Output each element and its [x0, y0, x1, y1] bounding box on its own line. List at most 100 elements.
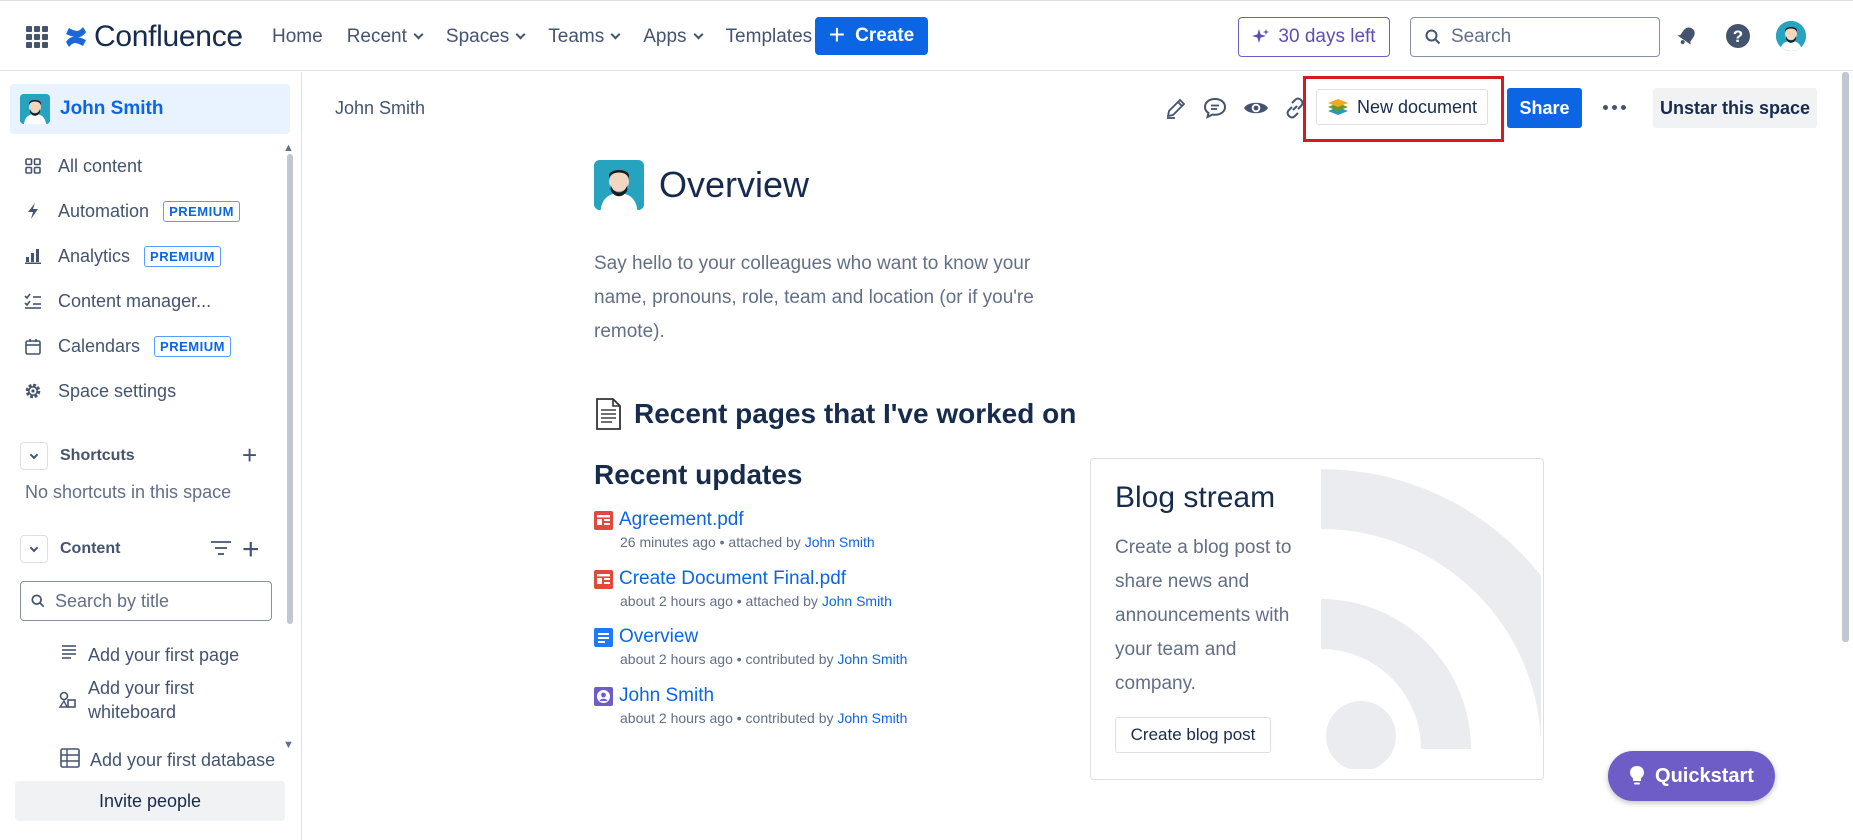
- create-blog-post-button[interactable]: Create blog post: [1115, 717, 1271, 753]
- global-search[interactable]: [1410, 17, 1660, 57]
- sidebar-item-space-settings[interactable]: Space settings: [22, 373, 176, 409]
- update-author-link[interactable]: John Smith: [837, 651, 907, 667]
- premium-badge: PREMIUM: [163, 200, 240, 222]
- notifications-icon[interactable]: [1672, 21, 1702, 51]
- trial-label: 30 days left: [1278, 26, 1376, 47]
- blog-stream-text: Create a blog post to share news and ann…: [1115, 537, 1292, 694]
- update-author-link[interactable]: John Smith: [805, 534, 875, 550]
- confluence-logo[interactable]: Confluence: [64, 20, 243, 54]
- update-title-link[interactable]: Create Document Final.pdf: [619, 568, 846, 590]
- comment-icon[interactable]: [1200, 93, 1230, 123]
- nav-home[interactable]: Home: [260, 26, 335, 48]
- update-meta-text: 26 minutes ago • attached by: [620, 534, 801, 550]
- content-search[interactable]: [20, 581, 272, 621]
- nav-home-label: Home: [272, 25, 323, 47]
- sidebar-item-content-manager[interactable]: Content manager...: [22, 283, 211, 319]
- tree-item-add-whiteboard[interactable]: Add your first whiteboard: [58, 676, 238, 724]
- plus-icon: +: [828, 18, 846, 50]
- page-icon: [60, 643, 78, 667]
- chevron-down-icon: [413, 29, 424, 40]
- update-meta: about 2 hours ago • contributed by John …: [620, 710, 907, 726]
- tree-item-add-page[interactable]: Add your first page: [60, 643, 239, 667]
- update-author-link[interactable]: John Smith: [837, 710, 907, 726]
- space-name: John Smith: [60, 98, 164, 119]
- profile-icon: [594, 686, 613, 706]
- create-button[interactable]: + Create: [815, 17, 928, 55]
- nav-apps-label: Apps: [643, 25, 687, 47]
- content-section-header: Content: [20, 534, 270, 564]
- svg-text:?: ?: [1733, 27, 1743, 46]
- nav-apps[interactable]: Apps: [631, 26, 713, 48]
- unstar-space-button[interactable]: Unstar this space: [1653, 88, 1817, 128]
- update-author-link[interactable]: John Smith: [822, 593, 892, 609]
- search-icon: [31, 594, 45, 608]
- sidebar-item-all-content[interactable]: All content: [22, 148, 142, 184]
- search-icon: [1425, 29, 1441, 45]
- recent-pages-heading: Recent pages that I've worked on: [594, 398, 1076, 430]
- page-scrollbar[interactable]: [1842, 72, 1849, 642]
- sidebar-scrollbar[interactable]: [287, 154, 293, 624]
- sidebar-item-label: Content manager...: [58, 290, 212, 311]
- gear-icon: [22, 380, 44, 402]
- update-meta-text: about 2 hours ago • contributed by: [620, 651, 834, 667]
- breadcrumb[interactable]: John Smith: [335, 98, 425, 119]
- premium-badge: PREMIUM: [154, 335, 231, 357]
- watch-icon[interactable]: [1241, 93, 1271, 123]
- sidebar-item-calendars[interactable]: Calendars PREMIUM: [22, 328, 231, 364]
- update-title-link[interactable]: Agreement.pdf: [619, 509, 744, 531]
- tree-item-add-database[interactable]: Add your first database: [60, 748, 275, 774]
- add-shortcut-icon[interactable]: +: [242, 442, 257, 468]
- add-content-icon[interactable]: +: [242, 535, 260, 565]
- space-header[interactable]: John Smith: [10, 84, 290, 134]
- quickstart-button[interactable]: Quickstart: [1608, 751, 1775, 801]
- content-collapse-button[interactable]: [20, 535, 48, 563]
- new-document-button[interactable]: New document: [1316, 89, 1488, 125]
- nav-templates[interactable]: Templates: [714, 26, 825, 48]
- edit-icon[interactable]: [1161, 93, 1191, 123]
- search-by-title-input[interactable]: [55, 590, 255, 612]
- blog-stream-title: Blog stream: [1115, 481, 1276, 514]
- rss-icon: [1321, 469, 1541, 769]
- update-title-link[interactable]: John Smith: [619, 685, 714, 707]
- nav-teams[interactable]: Teams: [536, 26, 631, 48]
- document-icon: [596, 398, 621, 430]
- profile-avatar[interactable]: [1776, 21, 1806, 51]
- tree-item-label: Add your first whiteboard: [88, 678, 195, 722]
- nav-templates-label: Templates: [725, 25, 813, 47]
- whiteboard-icon: [58, 690, 78, 716]
- pdf-icon: [594, 510, 613, 530]
- app-switcher-icon[interactable]: [26, 26, 48, 48]
- page-intro-text: Say hello to your colleagues who want to…: [594, 253, 1034, 342]
- update-item: Create Document Final.pdf about 2 hours …: [594, 568, 892, 609]
- filter-icon[interactable]: [210, 540, 232, 561]
- nav-recent[interactable]: Recent: [335, 26, 434, 48]
- update-item: Agreement.pdf 26 minutes ago • attached …: [594, 509, 875, 550]
- shortcuts-collapse-button[interactable]: [20, 442, 48, 470]
- search-input[interactable]: [1451, 26, 1651, 48]
- grid-icon: [22, 155, 44, 177]
- nav-spaces[interactable]: Spaces: [434, 26, 536, 48]
- database-icon: [60, 748, 80, 774]
- primary-nav: Home Recent Spaces Teams Apps Templates: [260, 1, 824, 72]
- share-button[interactable]: Share: [1507, 88, 1582, 128]
- sidebar-item-automation[interactable]: Automation PREMIUM: [22, 193, 240, 229]
- invite-people-button[interactable]: Invite people: [15, 781, 285, 821]
- avatar-icon: [594, 160, 644, 210]
- shortcuts-section-header: Shortcuts: [20, 441, 270, 471]
- scroll-up-icon[interactable]: ▲: [283, 142, 294, 154]
- recent-pages-heading-text: Recent pages that I've worked on: [634, 398, 1077, 429]
- page-title: Overview: [659, 164, 810, 205]
- sparkle-icon: [1252, 29, 1270, 43]
- scroll-down-icon[interactable]: ▼: [283, 739, 294, 751]
- lightning-icon: [22, 200, 44, 222]
- chevron-down-icon: [29, 450, 39, 459]
- tree-item-label: Add your first page: [88, 645, 240, 665]
- pdf-icon: [594, 569, 613, 589]
- lightbulb-icon: [1630, 766, 1645, 785]
- sidebar-item-analytics[interactable]: Analytics PREMIUM: [22, 238, 221, 274]
- help-icon[interactable]: ?: [1723, 21, 1753, 51]
- more-actions-icon[interactable]: [1598, 95, 1630, 119]
- trial-button[interactable]: 30 days left: [1238, 17, 1390, 57]
- update-title-link[interactable]: Overview: [619, 626, 698, 648]
- sidebar-item-label: Space settings: [58, 380, 177, 401]
